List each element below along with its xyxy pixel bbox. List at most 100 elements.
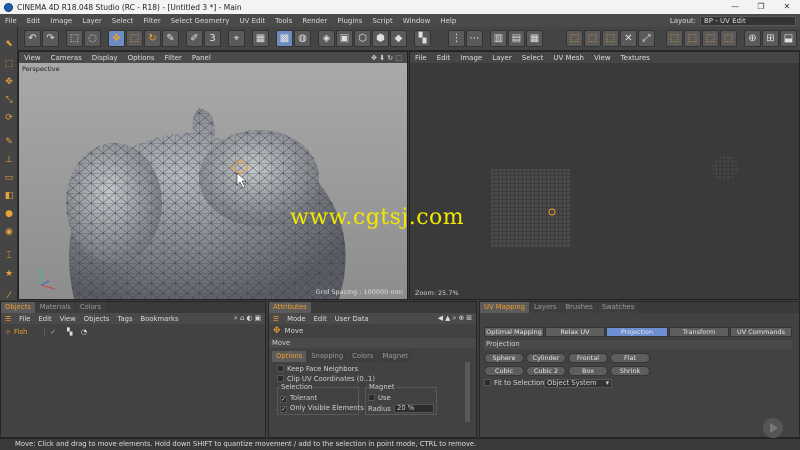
stamp-icon[interactable]: ⊥ [2,153,16,167]
menu-select[interactable]: Select [107,17,139,25]
fill-icon[interactable]: ◧ [2,189,16,203]
menu-plugins[interactable]: Plugins [332,17,367,25]
viewport-menu-view[interactable]: View [19,54,46,62]
menu-filter[interactable]: Filter [138,17,165,25]
mode-uv-commands[interactable]: UV Commands [730,327,792,337]
tab-materials[interactable]: Materials [35,302,75,313]
checkerboard-icon[interactable]: ▚ [414,30,431,47]
rectangle-selection-icon[interactable]: ⬚ [2,57,16,71]
keep-face-neighbors-checkbox[interactable] [277,365,284,372]
tab-uv-mapping[interactable]: UV Mapping [480,302,529,313]
tab-swatches[interactable]: Swatches [597,302,639,313]
brush-icon[interactable]: ✎ [2,135,16,149]
enable-axis-icon[interactable]: ⌖ [228,30,245,47]
uv-points-icon[interactable]: ▦ [252,30,269,47]
layout-dropdown[interactable]: BP - UV Edit [700,15,796,26]
uv-menu-view[interactable]: View [589,54,616,62]
tolerant-checkbox[interactable]: ✓ [280,396,287,403]
close-button[interactable]: ✕ [774,0,800,14]
model-mode-icon[interactable]: ◈ [318,30,335,47]
points-mode-icon[interactable]: ⬡ [354,30,371,47]
attributes-menu-icon[interactable]: ☰ [269,315,283,323]
attributes-scrollbar[interactable] [465,362,470,422]
objects-menu-tags[interactable]: Tags [113,315,136,323]
mode-transform[interactable]: Transform [669,327,729,337]
flat-button[interactable]: Flat [610,353,650,363]
scale-tool-icon[interactable]: ⬚ [126,30,143,47]
tab-objects[interactable]: Objects [1,302,35,313]
uv-align-2-icon[interactable]: ⬚ [684,30,701,47]
live-selection-icon[interactable]: ⬉ [2,37,16,51]
move-icon[interactable]: ✥ [2,75,16,89]
rotate-tool-icon[interactable]: ↻ [144,30,161,47]
uv-transform-1-icon[interactable]: ⬚ [566,30,583,47]
shrink-button[interactable]: Shrink [610,366,650,376]
uv-align-1-icon[interactable]: ⬚ [666,30,683,47]
objects-search-icon[interactable]: ⌕ ⌂ ◐ ▣ [230,314,265,323]
uv-tool-1-icon[interactable]: ⋮ [448,30,465,47]
phong-tag-icon[interactable]: ◔ [81,328,87,336]
eraser-icon[interactable]: ▭ [2,171,16,185]
uv-transform-2-icon[interactable]: ⬚ [584,30,601,47]
uv-grid-1-icon[interactable]: ▥ [490,30,507,47]
magnet-use-checkbox[interactable] [368,394,375,401]
fit-to-selection-checkbox[interactable] [484,379,491,386]
mode-optimal-mapping[interactable]: Optimal Mapping [484,327,544,337]
tolerant-option[interactable]: ✓ Tolerant [280,394,317,403]
subtab-colors[interactable]: Colors [348,351,378,362]
attributes-menu-mode[interactable]: Mode [283,315,310,323]
objects-menu-file[interactable]: File [15,315,34,323]
move-tool-icon[interactable]: ✥ [108,30,125,47]
uv-polygons-icon[interactable]: ▩ [276,30,293,47]
uv-grid-2-icon[interactable]: ▤ [508,30,525,47]
only-visible-checkbox[interactable]: ✓ [280,406,287,413]
menu-layer[interactable]: Layer [77,17,107,25]
selection-tool-icon[interactable]: ⬚ [66,30,83,47]
uv-extra-icon[interactable]: ⬓ [780,30,797,47]
uv-tool-2-icon[interactable]: ⋯ [466,30,483,47]
uv-menu-textures[interactable]: Textures [616,54,655,62]
objects-menu-icon[interactable]: ☰ [1,315,15,323]
tab-brushes[interactable]: Brushes [561,302,597,313]
menu-tools[interactable]: Tools [270,17,297,25]
uv-menu-image[interactable]: Image [455,54,487,62]
star-icon[interactable]: ★ [2,267,16,281]
minimize-button[interactable]: — [722,0,748,14]
object-row-fish[interactable]: ⊹ Fish ⋮ ✓ ▚ ◔ [1,326,265,338]
objects-menu-edit[interactable]: Edit [34,315,55,323]
subtab-options[interactable]: Options [272,351,307,362]
undo-icon[interactable]: ↶ [24,30,41,47]
viewport-canvas[interactable]: Perspective Grid Spacing : 100000 mm [19,63,407,299]
mode-relax-uv[interactable]: Relax UV [545,327,605,337]
uv-mirror-icon[interactable]: ⤢ [638,30,655,47]
objects-menu-bookmarks[interactable]: Bookmarks [137,315,183,323]
tab-attributes[interactable]: Attributes [269,302,311,313]
menu-uv-edit[interactable]: UV Edit [234,17,270,25]
menu-help[interactable]: Help [435,17,461,25]
lasso-icon[interactable]: ◌ [84,30,101,47]
tab-colors[interactable]: Colors [75,302,106,313]
keep-face-neighbors-option[interactable]: Keep Face Neighbors [277,365,476,375]
menu-window[interactable]: Window [398,17,436,25]
viewport-menu-cameras[interactable]: Cameras [46,54,87,62]
menu-file[interactable]: File [0,17,22,25]
objects-menu-view[interactable]: View [56,315,80,323]
tab-layers[interactable]: Layers [529,302,561,313]
snap-icon[interactable]: ⌶ [2,249,16,263]
restore-button[interactable]: ❐ [748,0,774,14]
uv-menu-select[interactable]: Select [517,54,549,62]
subtab-magnet[interactable]: Magnet [378,351,412,362]
only-visible-option[interactable]: ✓ Only Visible Elements [280,404,364,413]
uv-menu-file[interactable]: File [410,54,432,62]
clip-uv-checkbox[interactable] [277,375,284,382]
viewport-nav-icon[interactable]: ✥ ⬇ ↻ ⬚ [366,54,407,62]
3d-paint-mode-icon[interactable]: 3 [204,30,221,47]
uv-align-4-icon[interactable]: ⬚ [720,30,737,47]
radius-field[interactable]: 20 % [394,404,434,413]
cubic-2-button[interactable]: Cubic 2 [526,366,566,376]
cubic-button[interactable]: Cubic [484,366,524,376]
viewport-menu-options[interactable]: Options [123,54,160,62]
viewport-menu-filter[interactable]: Filter [160,54,187,62]
smudge-icon[interactable]: ◉ [2,225,16,239]
uv-transform-3-icon[interactable]: ⬚ [602,30,619,47]
